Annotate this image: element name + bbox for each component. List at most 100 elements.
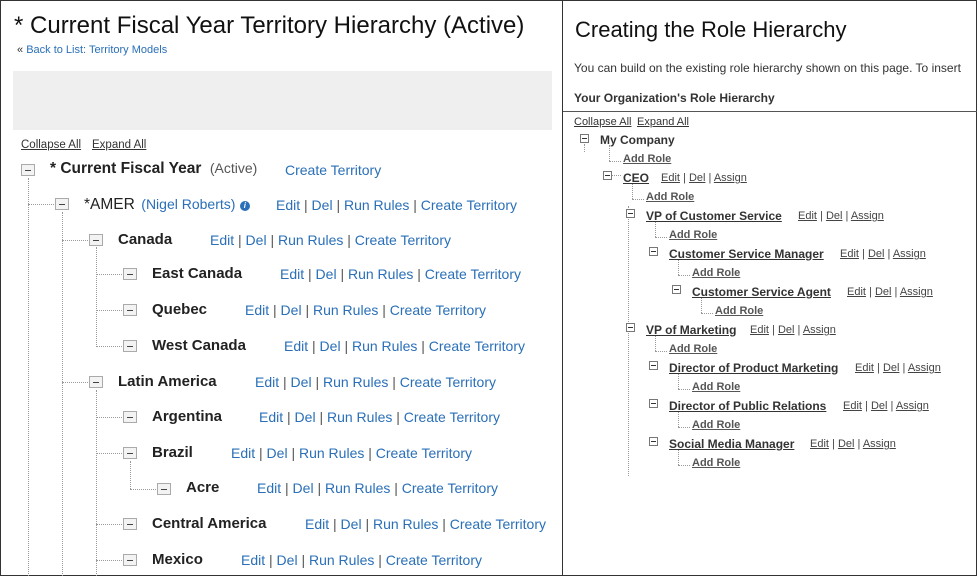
add-role-link[interactable]: Add Role bbox=[692, 267, 740, 279]
expand-all-link[interactable]: Expand All bbox=[92, 139, 146, 151]
collapse-toggle-icon[interactable] bbox=[603, 171, 612, 180]
collapse-toggle-icon[interactable] bbox=[123, 554, 137, 566]
role-node-customer-service-agent[interactable]: Customer Service Agent bbox=[692, 285, 831, 299]
edit-link[interactable]: Edit bbox=[280, 266, 304, 282]
edit-link[interactable]: Edit bbox=[840, 248, 859, 260]
run-rules-link[interactable]: Run Rules bbox=[309, 552, 374, 568]
assign-link[interactable]: Assign bbox=[896, 400, 929, 412]
del-link[interactable]: Del bbox=[320, 338, 341, 354]
expand-all-link[interactable]: Expand All bbox=[637, 116, 689, 128]
edit-link[interactable]: Edit bbox=[284, 338, 308, 354]
del-link[interactable]: Del bbox=[883, 362, 900, 374]
collapse-toggle-icon[interactable] bbox=[580, 134, 589, 143]
collapse-toggle-icon[interactable] bbox=[123, 447, 137, 459]
run-rules-link[interactable]: Run Rules bbox=[325, 480, 390, 496]
collapse-toggle-icon[interactable] bbox=[123, 518, 137, 530]
del-link[interactable]: Del bbox=[277, 552, 298, 568]
edit-link[interactable]: Edit bbox=[661, 172, 680, 184]
create-territory-link[interactable]: Create Territory bbox=[404, 409, 500, 425]
edit-link[interactable]: Edit bbox=[798, 210, 817, 222]
run-rules-link[interactable]: Run Rules bbox=[373, 516, 438, 532]
run-rules-link[interactable]: Run Rules bbox=[299, 445, 364, 461]
run-rules-link[interactable]: Run Rules bbox=[278, 232, 343, 248]
collapse-toggle-icon[interactable] bbox=[89, 234, 103, 246]
create-territory-link[interactable]: Create Territory bbox=[376, 445, 472, 461]
run-rules-link[interactable]: Run Rules bbox=[344, 197, 409, 213]
collapse-toggle-icon[interactable] bbox=[123, 268, 137, 280]
run-rules-link[interactable]: Run Rules bbox=[327, 409, 392, 425]
del-link[interactable]: Del bbox=[875, 286, 892, 298]
del-link[interactable]: Del bbox=[316, 266, 337, 282]
del-link[interactable]: Del bbox=[838, 438, 855, 450]
collapse-toggle-icon[interactable] bbox=[123, 304, 137, 316]
collapse-toggle-icon[interactable] bbox=[649, 399, 658, 408]
run-rules-link[interactable]: Run Rules bbox=[352, 338, 417, 354]
del-link[interactable]: Del bbox=[312, 197, 333, 213]
edit-link[interactable]: Edit bbox=[257, 480, 281, 496]
run-rules-link[interactable]: Run Rules bbox=[323, 374, 388, 390]
role-node-social-media-manager[interactable]: Social Media Manager bbox=[669, 437, 794, 451]
collapse-toggle-icon[interactable] bbox=[649, 437, 658, 446]
collapse-toggle-icon[interactable] bbox=[649, 247, 658, 256]
assign-link[interactable]: Assign bbox=[900, 286, 933, 298]
role-node-customer-service-manager[interactable]: Customer Service Manager bbox=[669, 247, 824, 261]
add-role-link[interactable]: Add Role bbox=[692, 457, 740, 469]
add-role-link[interactable]: Add Role bbox=[669, 229, 717, 241]
create-territory-link[interactable]: Create Territory bbox=[390, 302, 486, 318]
del-link[interactable]: Del bbox=[868, 248, 885, 260]
role-node-ceo[interactable]: CEO bbox=[623, 171, 649, 185]
collapse-toggle-icon[interactable] bbox=[123, 340, 137, 352]
edit-link[interactable]: Edit bbox=[241, 552, 265, 568]
edit-link[interactable]: Edit bbox=[855, 362, 874, 374]
create-territory-link[interactable]: Create Territory bbox=[425, 266, 521, 282]
assign-link[interactable]: Assign bbox=[851, 210, 884, 222]
del-link[interactable]: Del bbox=[871, 400, 888, 412]
add-role-link[interactable]: Add Role bbox=[715, 305, 763, 317]
add-role-link[interactable]: Add Role bbox=[646, 191, 694, 203]
collapse-all-link[interactable]: Collapse All bbox=[21, 139, 81, 151]
del-link[interactable]: Del bbox=[293, 480, 314, 496]
add-role-link[interactable]: Add Role bbox=[669, 343, 717, 355]
assign-link[interactable]: Assign bbox=[714, 172, 747, 184]
del-link[interactable]: Del bbox=[246, 232, 267, 248]
edit-link[interactable]: Edit bbox=[259, 409, 283, 425]
edit-link[interactable]: Edit bbox=[210, 232, 234, 248]
collapse-toggle-icon[interactable] bbox=[55, 198, 69, 210]
edit-link[interactable]: Edit bbox=[847, 286, 866, 298]
del-link[interactable]: Del bbox=[267, 445, 288, 461]
assign-link[interactable]: Assign bbox=[908, 362, 941, 374]
role-node-director-public-relations[interactable]: Director of Public Relations bbox=[669, 399, 826, 413]
edit-link[interactable]: Edit bbox=[810, 438, 829, 450]
collapse-toggle-icon[interactable] bbox=[626, 209, 635, 218]
create-territory-link[interactable]: Create Territory bbox=[402, 480, 498, 496]
run-rules-link[interactable]: Run Rules bbox=[313, 302, 378, 318]
edit-link[interactable]: Edit bbox=[231, 445, 255, 461]
edit-link[interactable]: Edit bbox=[255, 374, 279, 390]
del-link[interactable]: Del bbox=[689, 172, 706, 184]
del-link[interactable]: Del bbox=[341, 516, 362, 532]
collapse-toggle-icon[interactable] bbox=[672, 285, 681, 294]
create-territory-link[interactable]: Create Territory bbox=[386, 552, 482, 568]
assign-link[interactable]: Assign bbox=[803, 324, 836, 336]
add-role-link[interactable]: Add Role bbox=[692, 419, 740, 431]
create-territory-link[interactable]: Create Territory bbox=[450, 516, 546, 532]
role-node-director-product-marketing[interactable]: Director of Product Marketing bbox=[669, 361, 838, 375]
edit-link[interactable]: Edit bbox=[276, 197, 300, 213]
create-territory-link[interactable]: Create Territory bbox=[421, 197, 517, 213]
edit-link[interactable]: Edit bbox=[245, 302, 269, 318]
del-link[interactable]: Del bbox=[826, 210, 843, 222]
create-territory-link[interactable]: Create Territory bbox=[355, 232, 451, 248]
run-rules-link[interactable]: Run Rules bbox=[348, 266, 413, 282]
node-owner[interactable]: (Nigel Roberts) bbox=[141, 196, 235, 212]
collapse-toggle-icon[interactable] bbox=[626, 323, 635, 332]
del-link[interactable]: Del bbox=[281, 302, 302, 318]
create-territory-link[interactable]: Create Territory bbox=[400, 374, 496, 390]
del-link[interactable]: Del bbox=[291, 374, 312, 390]
role-node-vp-customer-service[interactable]: VP of Customer Service bbox=[646, 209, 782, 223]
info-icon[interactable]: i bbox=[239, 201, 250, 211]
edit-link[interactable]: Edit bbox=[305, 516, 329, 532]
create-territory-link[interactable]: Create Territory bbox=[285, 162, 381, 178]
assign-link[interactable]: Assign bbox=[893, 248, 926, 260]
add-role-link[interactable]: Add Role bbox=[692, 381, 740, 393]
create-territory-link[interactable]: Create Territory bbox=[429, 338, 525, 354]
